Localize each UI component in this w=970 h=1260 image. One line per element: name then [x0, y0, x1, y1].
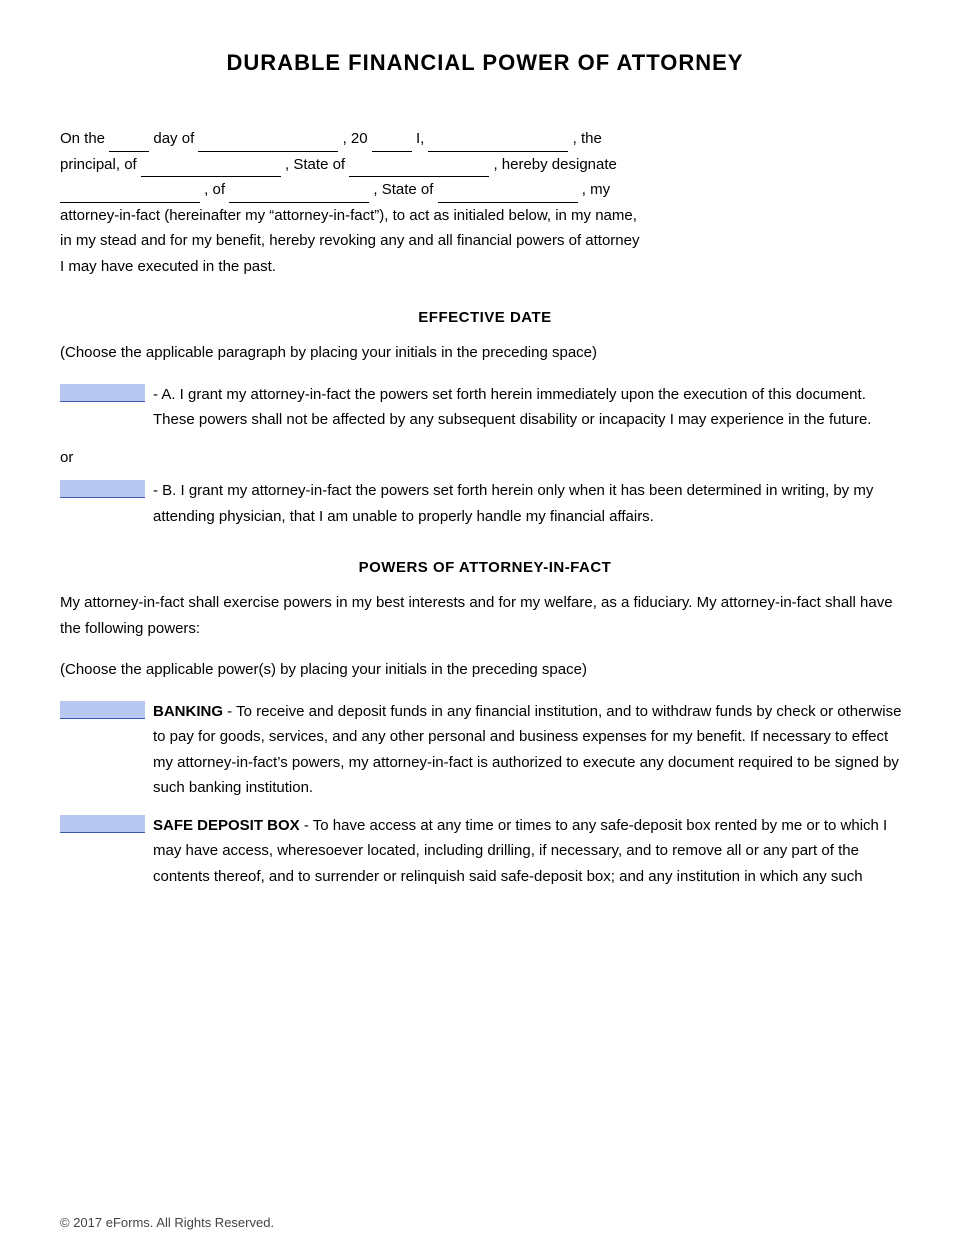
section2-title: POWERS OF ATTORNEY-IN-FACT	[60, 559, 910, 576]
section1-choose: (Choose the applicable paragraph by plac…	[60, 340, 910, 366]
banking-block: BANKING - To receive and deposit funds i…	[60, 699, 910, 801]
intro-state-of-1: , State of	[285, 156, 349, 173]
option-b-block: - B. I grant my attorney-in-fact the pow…	[60, 478, 910, 529]
blank-day[interactable]	[109, 136, 149, 152]
blank-principal-address[interactable]	[141, 161, 281, 177]
intro-hereby-designate: , hereby designate	[493, 156, 616, 173]
safe-deposit-block: SAFE DEPOSIT BOX - To have access at any…	[60, 813, 910, 890]
or-text: or	[60, 445, 910, 471]
footer: © 2017 eForms. All Rights Reserved.	[60, 1215, 274, 1230]
intro-stead-text: in my stead and for my benefit, hereby r…	[60, 232, 640, 249]
initials-box-a[interactable]	[60, 384, 145, 402]
intro-my: , my	[582, 181, 610, 198]
initials-box-banking[interactable]	[60, 701, 145, 719]
option-a-block: - A. I grant my attorney-in-fact the pow…	[60, 382, 910, 433]
intro-of: , of	[204, 181, 229, 198]
blank-principal-state[interactable]	[349, 161, 489, 177]
blank-agent-state[interactable]	[438, 187, 578, 203]
initials-box-b[interactable]	[60, 480, 145, 498]
banking-heading: BANKING	[153, 703, 223, 720]
intro-i: I,	[416, 130, 429, 147]
blank-year[interactable]	[372, 136, 412, 152]
safe-deposit-heading: SAFE DEPOSIT BOX	[153, 817, 300, 834]
intro-state-of-2: , State of	[373, 181, 437, 198]
intro-20: , 20	[343, 130, 368, 147]
intro-past-text: I may have executed in the past.	[60, 258, 276, 275]
blank-agent-address[interactable]	[229, 187, 369, 203]
intro-attorney-in-fact-text: attorney-in-fact (hereinafter my “attorn…	[60, 207, 637, 224]
blank-principal-name[interactable]	[428, 136, 568, 152]
blank-date[interactable]	[198, 136, 338, 152]
blank-agent-name[interactable]	[60, 187, 200, 203]
intro-the: , the	[573, 130, 602, 147]
initials-box-safe-deposit[interactable]	[60, 815, 145, 833]
intro-principal-of: principal, of	[60, 156, 141, 173]
intro-block: On the day of , 20 I, , the principal, o…	[60, 126, 910, 279]
banking-text: BANKING - To receive and deposit funds i…	[153, 699, 910, 801]
intro-day-of: day of	[153, 130, 198, 147]
document-title: DURABLE FINANCIAL POWER OF ATTORNEY	[60, 50, 910, 76]
banking-body: - To receive and deposit funds in any fi…	[153, 703, 901, 797]
option-b-text: - B. I grant my attorney-in-fact the pow…	[153, 478, 910, 529]
section2-intro: My attorney-in-fact shall exercise power…	[60, 590, 910, 641]
option-a-text: - A. I grant my attorney-in-fact the pow…	[153, 382, 910, 433]
section1-title: EFFECTIVE DATE	[60, 309, 910, 326]
section2-choose: (Choose the applicable power(s) by placi…	[60, 657, 910, 683]
intro-on-the: On the	[60, 130, 105, 147]
safe-deposit-text: SAFE DEPOSIT BOX - To have access at any…	[153, 813, 910, 890]
